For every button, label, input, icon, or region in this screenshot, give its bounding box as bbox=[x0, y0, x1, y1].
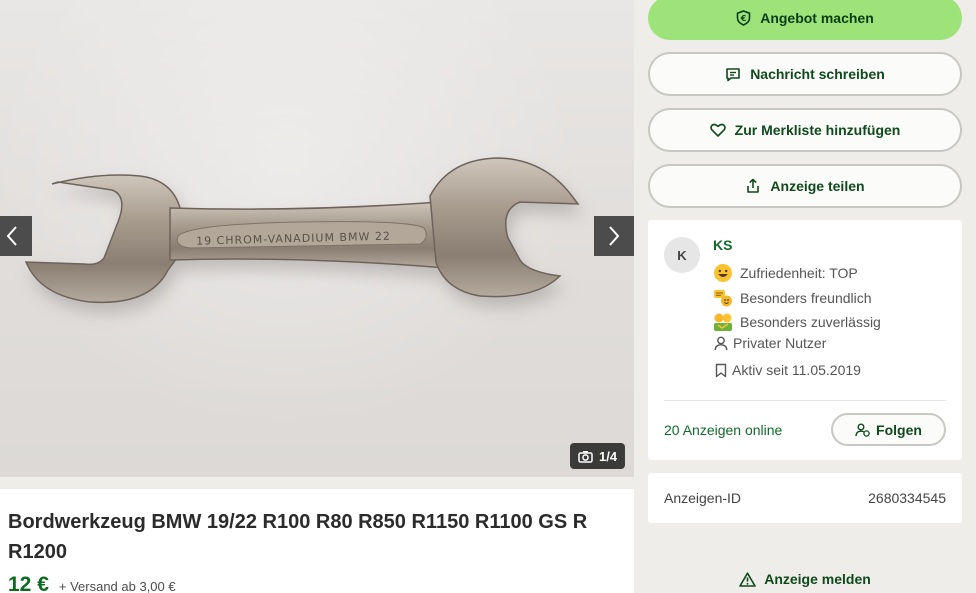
write-message-label: Nachricht schreiben bbox=[750, 66, 885, 82]
badge-reliable-label: Besonders zuverlässig bbox=[740, 314, 881, 330]
follow-label: Folgen bbox=[876, 421, 922, 438]
chevron-left-icon bbox=[6, 226, 17, 246]
report-ad-label: Anzeige melden bbox=[764, 571, 871, 587]
ad-id-label: Anzeigen-ID bbox=[664, 490, 742, 506]
bookmark-icon bbox=[715, 363, 727, 377]
seller-active-since: Aktiv seit 11.05.2019 bbox=[715, 362, 861, 378]
ad-price: 12 € bbox=[8, 573, 49, 593]
warning-icon bbox=[739, 571, 757, 587]
svg-text:€: € bbox=[740, 14, 747, 23]
follow-user-icon bbox=[855, 423, 870, 437]
gallery-previous-button[interactable] bbox=[0, 216, 32, 256]
image-counter-text: 1/4 bbox=[599, 448, 618, 464]
make-offer-button[interactable]: € Angebot machen bbox=[648, 0, 962, 40]
seller-type-label: Privater Nutzer bbox=[733, 335, 827, 351]
ad-info-panel: Bordwerkzeug BMW 19/22 R100 R80 R850 R11… bbox=[0, 489, 634, 593]
seller-type: Privater Nutzer bbox=[714, 335, 826, 351]
share-ad-label: Anzeige teilen bbox=[770, 178, 865, 194]
gallery-next-button[interactable] bbox=[594, 216, 634, 256]
chevron-right-icon bbox=[609, 226, 620, 246]
image-counter[interactable]: 1/4 bbox=[570, 443, 626, 469]
badge-satisfaction: Zufriedenheit: TOP bbox=[713, 263, 858, 283]
report-ad-link[interactable]: Anzeige melden bbox=[648, 569, 962, 589]
reliable-icon bbox=[714, 313, 732, 331]
ad-title: Bordwerkzeug BMW 19/22 R100 R80 R850 R11… bbox=[8, 511, 588, 563]
make-offer-label: Angebot machen bbox=[760, 10, 874, 26]
follow-button[interactable]: Folgen bbox=[831, 413, 946, 446]
message-icon bbox=[726, 67, 740, 81]
avatar[interactable]: K bbox=[664, 237, 700, 273]
price-row: 12 € + Versand ab 3,00 € bbox=[8, 573, 626, 593]
badge-friendly: Besonders freundlich bbox=[713, 288, 872, 308]
camera-icon bbox=[578, 450, 593, 463]
badge-friendly-label: Besonders freundlich bbox=[740, 290, 872, 306]
seller-card: K KS Zufriedenheit: TOP Besonders freund… bbox=[648, 220, 962, 460]
seller-name-link[interactable]: KS bbox=[713, 237, 732, 253]
offer-shield-icon: € bbox=[736, 10, 751, 26]
seller-card-divider bbox=[664, 400, 946, 401]
heart-icon bbox=[709, 123, 726, 137]
add-to-watchlist-button[interactable]: Zur Merkliste hinzufügen bbox=[648, 108, 962, 152]
add-to-watchlist-label: Zur Merkliste hinzufügen bbox=[734, 122, 901, 138]
badge-reliable: Besonders zuverlässig bbox=[713, 312, 881, 332]
share-ad-button[interactable]: Anzeige teilen bbox=[648, 164, 962, 208]
person-icon bbox=[714, 336, 728, 350]
friendly-chat-icon bbox=[714, 290, 732, 307]
seller-active-since-label: Aktiv seit 11.05.2019 bbox=[732, 362, 861, 378]
image-gallery[interactable]: 19 CHROM-VANADIUM BMW 22 1/4 bbox=[0, 0, 634, 477]
shipping-cost: + Versand ab 3,00 € bbox=[58, 579, 176, 593]
ad-id-card: Anzeigen-ID 2680334545 bbox=[648, 473, 962, 523]
write-message-button[interactable]: Nachricht schreiben bbox=[648, 52, 962, 96]
badge-satisfaction-label: Zufriedenheit: TOP bbox=[740, 265, 858, 281]
seller-ads-online-link[interactable]: 20 Anzeigen online bbox=[664, 422, 782, 438]
smiley-icon bbox=[714, 264, 732, 282]
wrench-photo: 19 CHROM-VANADIUM BMW 22 bbox=[24, 157, 580, 304]
ad-id-value: 2680334545 bbox=[868, 490, 946, 506]
share-icon bbox=[747, 178, 760, 193]
